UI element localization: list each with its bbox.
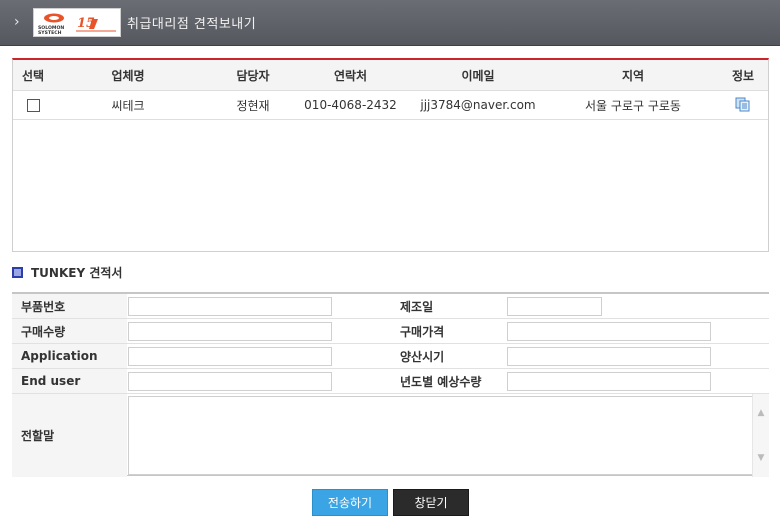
form-row-message: 전할말 ▲ ▼ (12, 394, 769, 477)
header-bar: › SOLOMON SYSTECH 15 취급대리점 견적보내기 (0, 0, 780, 46)
form-row-application: Application 양산시기 (12, 344, 769, 369)
end-user-label: End user (12, 369, 127, 393)
row-phone: 010-4068-2432 (304, 98, 397, 112)
col-company: 업체명 (111, 68, 145, 83)
yearly-qty-label: 년도별 예상수량 (400, 374, 482, 389)
page-title: 취급대리점 견적보내기 (127, 17, 257, 32)
form-row-end-user: End user 년도별 예상수량 (12, 369, 769, 394)
message-label: 전할말 (12, 394, 127, 477)
table-header: 선택 업체명 담당자 연락처 이메일 지역 정보 (13, 60, 768, 91)
scroll-up-icon[interactable]: ▲ (756, 408, 766, 418)
price-input[interactable] (507, 322, 711, 341)
col-region: 지역 (621, 68, 645, 83)
row-manager: 정현재 (236, 98, 270, 113)
application-input[interactable] (128, 347, 332, 366)
col-select: 선택 (21, 68, 45, 83)
section-bullet-icon (12, 267, 23, 278)
section-title: TUNKEY 견적서 (31, 266, 123, 280)
col-email: 이메일 (461, 68, 495, 83)
svg-text:SYSTECH: SYSTECH (38, 30, 62, 36)
part-no-input[interactable] (128, 297, 332, 316)
send-button[interactable]: 전송하기 (312, 489, 388, 516)
chevron-right-icon: › (14, 14, 20, 30)
row-region: 서울 구로구 구로동 (585, 98, 681, 113)
qty-input[interactable] (128, 322, 332, 341)
end-user-input[interactable] (128, 372, 332, 391)
col-manager: 담당자 (236, 68, 270, 83)
part-no-label: 부품번호 (12, 294, 127, 318)
row-email: jjj3784@naver.com (420, 98, 536, 112)
application-label: Application (12, 344, 127, 368)
mass-production-input[interactable] (507, 347, 711, 366)
qty-label: 구매수량 (12, 319, 127, 343)
message-textarea[interactable] (128, 396, 769, 475)
message-scrollbar[interactable]: ▲ ▼ (752, 394, 769, 477)
price-label: 구매가격 (400, 324, 445, 339)
mass-production-label: 양산시기 (400, 349, 445, 364)
row-select-checkbox[interactable] (26, 98, 40, 112)
form-row-part: 부품번호 제조일 (12, 294, 769, 319)
solomon-systech-logo-icon: SOLOMON SYSTECH 15 (38, 13, 116, 36)
col-phone: 연락처 (333, 68, 368, 83)
document-copy-icon[interactable] (735, 97, 751, 113)
manufacture-date-input[interactable] (507, 297, 602, 316)
vendor-table: 선택 업체명 담당자 연락처 이메일 지역 정보 씨테크 정현재 010-406… (12, 58, 769, 252)
yearly-qty-input[interactable] (507, 372, 711, 391)
quote-form: 부품번호 제조일 구매수량 구매가격 Application 양산시기 End … (12, 292, 769, 477)
col-info: 정보 (731, 68, 755, 83)
section-heading: TUNKEY 견적서 (12, 264, 122, 281)
row-company: 씨테크 (111, 98, 145, 113)
company-logo: SOLOMON SYSTECH 15 (33, 8, 121, 37)
table-row: 씨테크 정현재 010-4068-2432 jjj3784@naver.com … (13, 91, 768, 120)
manufacture-date-label: 제조일 (400, 299, 434, 314)
scroll-down-icon[interactable]: ▼ (756, 453, 766, 463)
close-window-button[interactable]: 창닫기 (393, 489, 469, 516)
form-row-qty: 구매수량 구매가격 (12, 319, 769, 344)
